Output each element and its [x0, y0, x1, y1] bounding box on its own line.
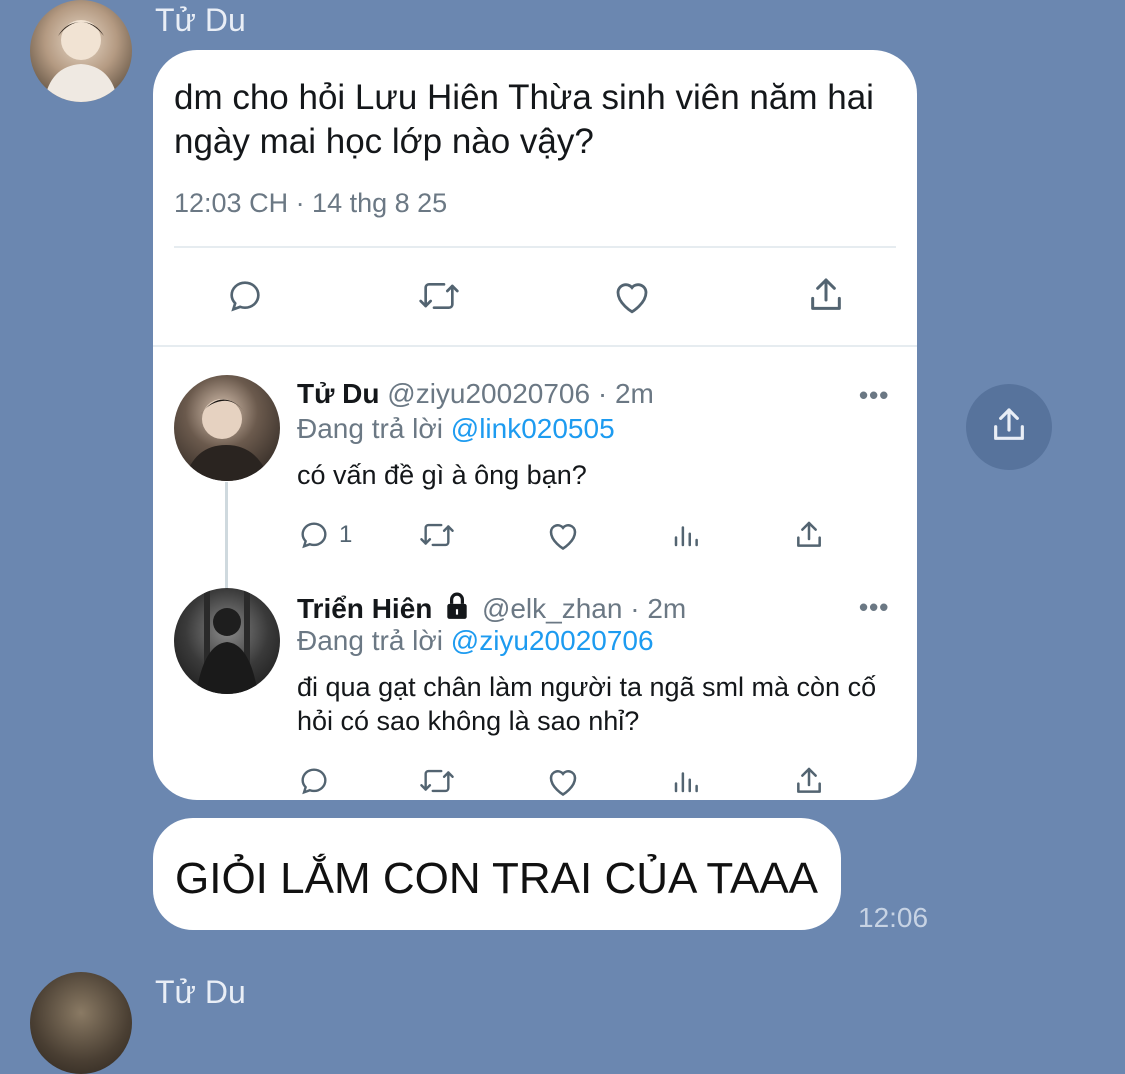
share-icon[interactable]	[793, 518, 825, 552]
heart-icon[interactable]	[545, 764, 581, 798]
replying-to: Đang trả lời @ziyu20020706	[297, 625, 654, 657]
retweet-icon[interactable]	[417, 518, 457, 552]
divider	[174, 246, 896, 248]
replying-handle[interactable]: @ziyu20020706	[451, 625, 654, 656]
reply-avatar[interactable]	[174, 588, 280, 694]
card-top-strip	[153, 50, 917, 64]
message-time: 12:06	[858, 902, 929, 933]
reply-header: Tử Du @ziyu20020706 · 2m	[297, 378, 654, 410]
reply-author-handle[interactable]: @ziyu20020706	[387, 378, 590, 409]
more-icon[interactable]: •••	[859, 592, 889, 623]
reply-count: 1	[339, 521, 353, 548]
retweet-icon[interactable]	[415, 276, 463, 316]
reply-actions: 1	[153, 518, 917, 558]
reply-actions	[153, 764, 917, 800]
reply-time: · 2m	[597, 378, 654, 409]
share-icon[interactable]	[793, 764, 825, 798]
share-icon	[989, 405, 1029, 450]
replying-handle[interactable]: @link020505	[451, 413, 615, 444]
replying-prefix: Đang trả lời	[297, 413, 443, 444]
comment-icon[interactable]	[297, 764, 331, 798]
replying-prefix: Đang trả lời	[297, 625, 443, 656]
comment-icon[interactable]: 1	[297, 518, 352, 552]
sender-name: Tử Du	[155, 2, 246, 38]
reply-avatar[interactable]	[174, 375, 280, 481]
sender-avatar[interactable]	[30, 972, 132, 1074]
share-icon[interactable]	[806, 274, 846, 316]
more-icon[interactable]: •••	[859, 380, 889, 411]
divider	[153, 345, 917, 347]
tweet-card[interactable]: dm cho hỏi Lưu Hiên Thừa sinh viên năm h…	[153, 50, 917, 800]
message-bubble[interactable]: GIỎI LẮM CON TRAI CỦA TAAA	[153, 818, 841, 930]
thread-connector	[225, 482, 228, 592]
reply-header: Triển Hiên @elk_zhan · 2m	[297, 592, 686, 627]
forward-share-button[interactable]	[966, 384, 1052, 470]
sender-avatar[interactable]	[30, 0, 132, 102]
reply-text: có vấn đề gì à ông bạn?	[297, 460, 587, 490]
analytics-icon[interactable]	[671, 520, 701, 550]
message-text: GIỎI LẮM CON TRAI CỦA TAAA	[175, 854, 819, 903]
lock-icon	[444, 592, 470, 627]
comment-icon[interactable]	[225, 276, 265, 316]
reply-author-name[interactable]: Tử Du	[297, 378, 379, 409]
tweet-actions	[153, 270, 917, 326]
heart-icon[interactable]	[611, 276, 653, 316]
tweet-text: dm cho hỏi Lưu Hiên Thừa sinh viên năm h…	[174, 78, 874, 161]
tweet-timestamp[interactable]: 12:03 CH · 14 thg 8 25	[174, 188, 447, 219]
sender-name: Tử Du	[155, 974, 246, 1010]
replying-to: Đang trả lời @link020505	[297, 413, 615, 445]
analytics-icon[interactable]	[671, 766, 701, 796]
reply-text: đi qua gạt chân làm người ta ngã sml mà …	[297, 672, 877, 736]
retweet-icon[interactable]	[417, 764, 457, 798]
reply-author-name[interactable]: Triển Hiên	[297, 593, 432, 624]
reply-time: · 2m	[630, 593, 687, 624]
heart-icon[interactable]	[545, 518, 581, 552]
reply-author-handle[interactable]: @elk_zhan	[482, 593, 623, 624]
